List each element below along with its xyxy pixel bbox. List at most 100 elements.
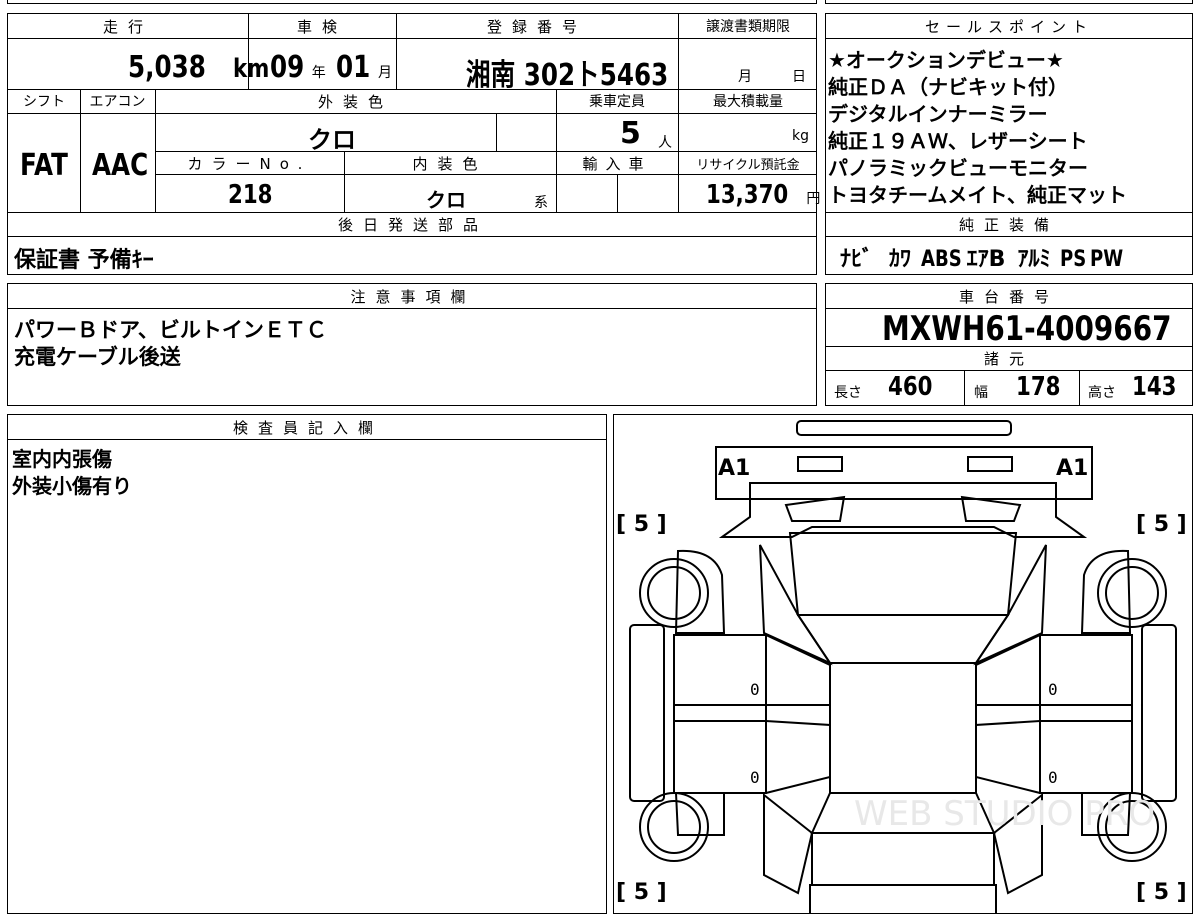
registration-label: 登録番号 [486, 18, 587, 36]
car-diagram: A1 A1 [ 5 ] [ 5 ] [ 5 ] [ 5 ] 0 0 0 0 WE… [616, 420, 1187, 913]
inspector-line: 室内内張傷 [12, 447, 112, 471]
recycle-label: リサイクル預託金 [696, 158, 800, 173]
car-diagram-panel: A1 A1 [ 5 ] [ 5 ] [ 5 ] [ 5 ] 0 0 0 0 WE… [613, 414, 1193, 914]
sales-points-panel: セールスポイント ★オークションデビュー★ 純正ＤＡ（ナビキット付） デジタルイ… [825, 13, 1193, 213]
equipment-panel: 純正装備 ﾅﾋﾞ ｶﾜ ABS ｴｱB ｱﾙﾐ PS PW [825, 212, 1193, 275]
notes-label: 注意事項欄 [350, 288, 476, 306]
inspection-month: 01 [336, 50, 371, 85]
door-fl-value: 0 [750, 680, 760, 699]
chassis-panel: 車台番号 MXWH61-4009667 諸元 長さ 460 幅 178 高さ 1… [825, 283, 1193, 406]
later-parts-value: 保証書 予備ｷｰ [14, 248, 154, 273]
inspector-panel: 検査員記入欄 室内内張傷 外装小傷有り [7, 414, 607, 914]
inspection-year-unit: 年 [311, 65, 326, 81]
sales-point-line: デジタルインナーミラー [828, 102, 1048, 126]
side-sill-left [629, 624, 665, 802]
tire-fl-label: [ 5 ] [616, 512, 667, 537]
vehicle-info-table: 走行 車検 登録番号 譲渡書類期限 5,038 km 09 年 01 月 湘南 30… [7, 13, 821, 275]
spec-label: 諸元 [983, 350, 1034, 368]
exterior-label: 外装色 [317, 93, 393, 111]
a-pillar-right [973, 544, 1047, 666]
front-door-left-window [765, 634, 831, 706]
interior-label: 内装色 [412, 155, 488, 173]
rear-door-left-window [765, 720, 831, 794]
sales-point-line: パノラミックビューモニター [828, 156, 1088, 180]
inspection-year: 09 [270, 50, 305, 85]
load-unit: kg [792, 128, 809, 144]
sales-point-line: 純正ＤＡ（ナビキット付） [828, 75, 1068, 99]
fog-light-left [797, 456, 843, 472]
b-pillar-left [673, 704, 767, 722]
transfer-label: 譲渡書類期限 [706, 19, 790, 35]
recycle-value: 13,370 [706, 180, 789, 210]
chassis-label: 車台番号 [958, 288, 1059, 306]
tire-rl-label: [ 5 ] [616, 880, 667, 905]
equip-alloy: ｱﾙﾐ [1017, 247, 1051, 272]
width-label: 幅 [974, 385, 988, 401]
b-pillar-right [1039, 704, 1133, 722]
notes-line: パワーＢドア、ビルトインＥＴＣ [14, 318, 327, 342]
shift-value: FAT [20, 148, 68, 183]
equip-navi: ﾅﾋﾞ [840, 247, 874, 272]
equip-airbag: ｴｱB [966, 247, 1006, 272]
hood-edge [718, 498, 1088, 538]
wheel-rear-left [639, 792, 709, 862]
exterior-value: クロ [308, 126, 356, 154]
width-value: 178 [1016, 372, 1061, 402]
height-value: 143 [1132, 372, 1177, 402]
roof [829, 662, 977, 794]
inspector-line: 外装小傷有り [12, 474, 132, 498]
sales-point-line: トヨタチームメイト、純正マット [828, 183, 1127, 207]
interior-value: クロ [426, 188, 466, 212]
wheel-rear-left-inner [647, 800, 701, 854]
c-pillar-left [763, 792, 814, 895]
inspection-month-unit: 月 [377, 65, 392, 81]
a1-left-label: A1 [718, 456, 750, 481]
import-label: 輸入車 [582, 155, 652, 173]
equip-ps: PS [1060, 247, 1087, 272]
color-no-value: 218 [228, 180, 273, 210]
sales-points-label: セールスポイント [924, 18, 1093, 36]
top-strip [7, 0, 817, 4]
door-fr-value: 0 [1048, 680, 1058, 699]
height-label: 高さ [1088, 385, 1116, 401]
recycle-unit: 円 [806, 191, 821, 207]
side-sill-right [1141, 624, 1177, 802]
transfer-month-unit: 月 [738, 69, 752, 85]
equip-abs: ABS [921, 247, 962, 272]
aircon-value: AAC [92, 148, 149, 183]
rear-door-right-window [975, 720, 1041, 794]
hood [788, 532, 1018, 616]
capacity-value: 5 [620, 116, 641, 151]
top-strip-right [825, 0, 1193, 4]
capacity-unit: 人 [658, 135, 672, 151]
length-label: 長さ [834, 385, 862, 401]
front-bumper-top [796, 420, 1012, 436]
a-pillar-left [759, 544, 833, 666]
a1-right-label: A1 [1056, 456, 1088, 481]
equipment-label: 純正装備 [958, 216, 1059, 234]
headlight-left [784, 495, 846, 522]
notes-panel: 注意事項欄 パワーＢドア、ビルトインＥＴＣ 充電ケーブル後送 [7, 283, 817, 406]
wheel-front-left [639, 558, 709, 628]
headlight-right [960, 495, 1022, 522]
windshield [796, 614, 1010, 664]
tire-fr-label: [ 5 ] [1136, 512, 1187, 537]
registration-value: 湘南 302ト5463 [466, 58, 669, 93]
front-door-right-window [975, 634, 1041, 706]
chassis-number: MXWH61-4009667 [882, 309, 1172, 349]
interior-unit: 系 [534, 195, 548, 211]
equip-pw: PW [1090, 247, 1124, 272]
notes-line: 充電ケーブル後送 [14, 345, 181, 369]
load-label: 最大積載量 [713, 94, 783, 110]
door-rr-value: 0 [1048, 768, 1058, 787]
transfer-day-unit: 日 [792, 69, 806, 85]
front-bumper [715, 446, 1093, 500]
wheel-front-left-inner [647, 566, 701, 620]
wheel-front-right-inner [1105, 566, 1159, 620]
length-value: 460 [888, 372, 933, 402]
tire-rr-label: [ 5 ] [1136, 880, 1187, 905]
door-rl-value: 0 [750, 768, 760, 787]
wheel-front-right [1097, 558, 1167, 628]
capacity-label: 乗車定員 [589, 94, 645, 110]
later-parts-label: 後日発送部品 [337, 216, 488, 234]
